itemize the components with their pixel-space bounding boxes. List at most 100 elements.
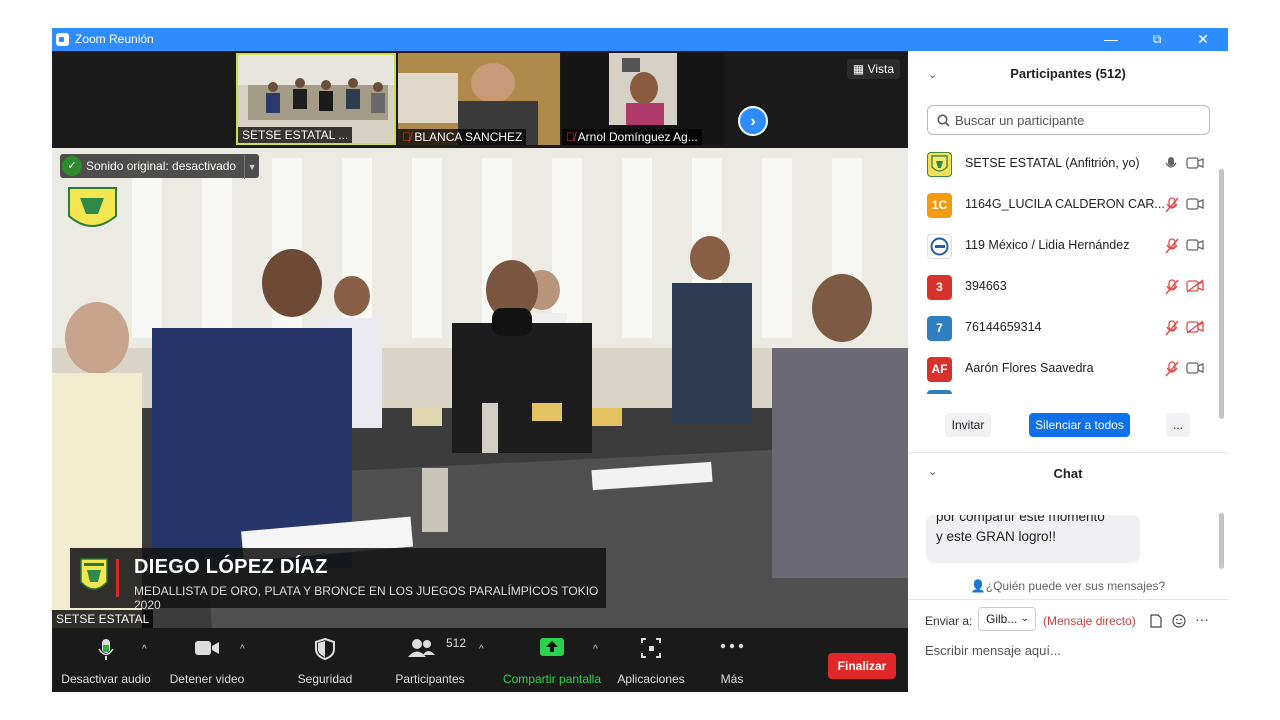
security-button[interactable]: Seguridad (288, 628, 362, 692)
video-camera-icon[interactable] (1186, 361, 1204, 375)
participant-row[interactable]: 1C 1164G_LUCILA CALDERON CAR... (908, 185, 1228, 226)
main-video: ✓ Sonido original: desactivado ▼ DIEGO LÓP… (52, 148, 908, 628)
chevron-down-icon[interactable]: ▼ (244, 155, 259, 179)
participant-row[interactable]: AF Aarón Flores Saavedra (908, 349, 1228, 390)
muted-mic-icon: 🎙̸ (566, 130, 575, 144)
recipient-dropdown[interactable]: Gilb... ⌄ (978, 607, 1036, 631)
muted-microphone-icon[interactable] (1164, 320, 1180, 336)
file-icon[interactable] (1150, 614, 1162, 628)
share-options-caret[interactable]: ^ (593, 644, 598, 655)
window-title: Zoom Reunión (75, 32, 154, 46)
thumbnail-name-row: 🎙̸ Arnol Domínguez Ag... (562, 129, 702, 145)
share-screen-label: Compartir pantalla (502, 672, 602, 686)
thumbnail-setse[interactable]: SETSE ESTATAL ... (236, 53, 396, 145)
chevron-down-icon: ⌄ (1020, 613, 1029, 624)
invite-button[interactable]: Invitar (945, 413, 991, 437)
chat-message-line: y este GRAN logro!! (936, 529, 1057, 544)
apps-label: Aplicaciones (617, 672, 685, 686)
view-button[interactable]: ▦ Vista (846, 59, 900, 79)
stop-video-button[interactable]: Detener video (162, 628, 252, 692)
video-camera-icon[interactable] (1186, 238, 1204, 252)
participant-row[interactable]: SETSE ESTATAL (Anfitrión, yo) (908, 144, 1228, 185)
send-to-label: Enviar a: (925, 614, 973, 628)
video-off-icon[interactable] (1186, 279, 1204, 293)
title-bar: Zoom Reunión — ⧉ ✕ (52, 28, 1228, 51)
participant-avatar-partial (927, 390, 952, 394)
participant-list-scrollbar[interactable] (1219, 169, 1224, 419)
participants-icon (408, 639, 435, 657)
thumbnail-name-row: 🎙̸ BLANCA SANCHEZ (398, 129, 527, 145)
participant-name: 76144659314 (965, 320, 1042, 334)
more-options-icon[interactable]: ··· (1195, 611, 1209, 627)
who-can-see-messages[interactable]: 👤¿Quién puede ver sus mensajes? (908, 579, 1228, 593)
participant-avatar: 7 (927, 316, 952, 341)
restore-button[interactable]: ⧉ (1134, 28, 1180, 51)
setse-crest-icon (931, 155, 948, 172)
apps-icon (641, 638, 661, 658)
more-dots-icon (720, 643, 744, 649)
minimize-button[interactable]: — (1088, 28, 1134, 51)
original-sound-indicator[interactable]: ✓ Sonido original: desactivado ▼ (60, 154, 260, 179)
participant-avatar (927, 152, 952, 177)
recipient-value: Gilb... (986, 612, 1018, 626)
next-page-button[interactable]: › (738, 106, 768, 136)
participant-row[interactable]: 119 México / Lidia Hernández (908, 226, 1228, 267)
thumbnail-arnol[interactable]: 🎙̸ Arnol Domínguez Ag... (562, 53, 724, 145)
microphone-icon[interactable] (1164, 156, 1178, 172)
participant-name: 1164G_LUCILA CALDERON CAR... (965, 197, 1165, 211)
video-camera-icon[interactable] (1186, 156, 1204, 170)
participants-options-caret[interactable]: ^ (479, 644, 484, 655)
accent-bar (116, 559, 119, 597)
share-screen-icon (540, 638, 564, 656)
setse-crest-icon (80, 558, 108, 590)
original-sound-label: Sonido original: desactivado (86, 159, 237, 173)
muted-microphone-icon[interactable] (1164, 197, 1180, 213)
muted-microphone-icon[interactable] (1164, 361, 1180, 377)
divider (908, 599, 1228, 600)
mute-audio-label: Desactivar audio (61, 672, 151, 686)
more-label: Más (720, 672, 744, 686)
side-panel: ⌄ Participantes (512) Buscar un particip… (908, 51, 1228, 692)
view-label: Vista (867, 62, 894, 76)
thumbnail-name: BLANCA SANCHEZ (414, 130, 523, 144)
lower-third-banner: DIEGO LÓPEZ DÍAZ MEDALLISTA DE ORO, PLAT… (70, 548, 606, 612)
participant-row[interactable]: 7 76144659314 (908, 308, 1228, 349)
participant-row[interactable]: 3 394663 (908, 267, 1228, 308)
participant-search-input[interactable]: Buscar un participante (927, 105, 1210, 135)
participants-button[interactable]: 512 Participantes (388, 628, 472, 692)
video-off-icon[interactable] (1186, 320, 1204, 334)
zoom-window: Zoom Reunión — ⧉ ✕ SETSE ESTATAL ... 🎙̸ … (52, 28, 1228, 692)
video-camera-icon[interactable] (1186, 197, 1204, 211)
participant-avatar (927, 234, 952, 259)
video-camera-icon (195, 641, 219, 655)
org-logo-icon (930, 237, 949, 256)
who-can-see-label: ¿Quién puede ver sus mensajes? (985, 579, 1166, 593)
video-thumbnail-strip: SETSE ESTATAL ... 🎙̸ BLANCA SANCHEZ 🎙̸ A… (52, 51, 908, 148)
participant-name: SETSE ESTATAL (Anfitrión, yo) (965, 156, 1140, 170)
muted-microphone-icon[interactable] (1164, 238, 1180, 254)
participant-name: 119 México / Lidia Hernández (965, 238, 1130, 252)
close-button[interactable]: ✕ (1180, 28, 1226, 51)
chat-scrollbar[interactable] (1219, 513, 1224, 569)
chat-message-input[interactable]: Escribir mensaje aquí... (925, 643, 1061, 658)
zoom-logo-icon (56, 33, 69, 46)
audio-options-caret[interactable]: ^ (142, 644, 147, 655)
stop-video-label: Detener video (169, 672, 245, 686)
video-options-caret[interactable]: ^ (240, 644, 245, 655)
participants-label: Participantes (395, 672, 465, 686)
share-screen-button[interactable]: Compartir pantalla (498, 628, 606, 692)
speaker-name: DIEGO LÓPEZ DÍAZ (134, 556, 328, 578)
thumbnail-name: SETSE ESTATAL ... (238, 127, 353, 143)
end-meeting-button[interactable]: Finalizar (828, 653, 896, 679)
mute-all-button[interactable]: Silenciar a todos (1029, 413, 1130, 437)
speaker-subtitle: MEDALLISTA DE ORO, PLATA Y BRONCE EN LOS… (134, 584, 599, 612)
apps-button[interactable]: Aplicaciones (612, 628, 690, 692)
muted-microphone-icon[interactable] (1164, 279, 1180, 295)
chat-message-line: por compartir este momento (936, 515, 1105, 524)
thumbnail-blanca[interactable]: 🎙̸ BLANCA SANCHEZ (398, 53, 560, 145)
chat-message: por compartir este momento y este GRAN l… (926, 515, 1140, 563)
mute-audio-button[interactable]: Desactivar audio (58, 628, 154, 692)
participants-more-button[interactable]: ... (1166, 413, 1190, 437)
more-button[interactable]: Más (704, 628, 760, 692)
emoji-icon[interactable] (1172, 614, 1186, 628)
